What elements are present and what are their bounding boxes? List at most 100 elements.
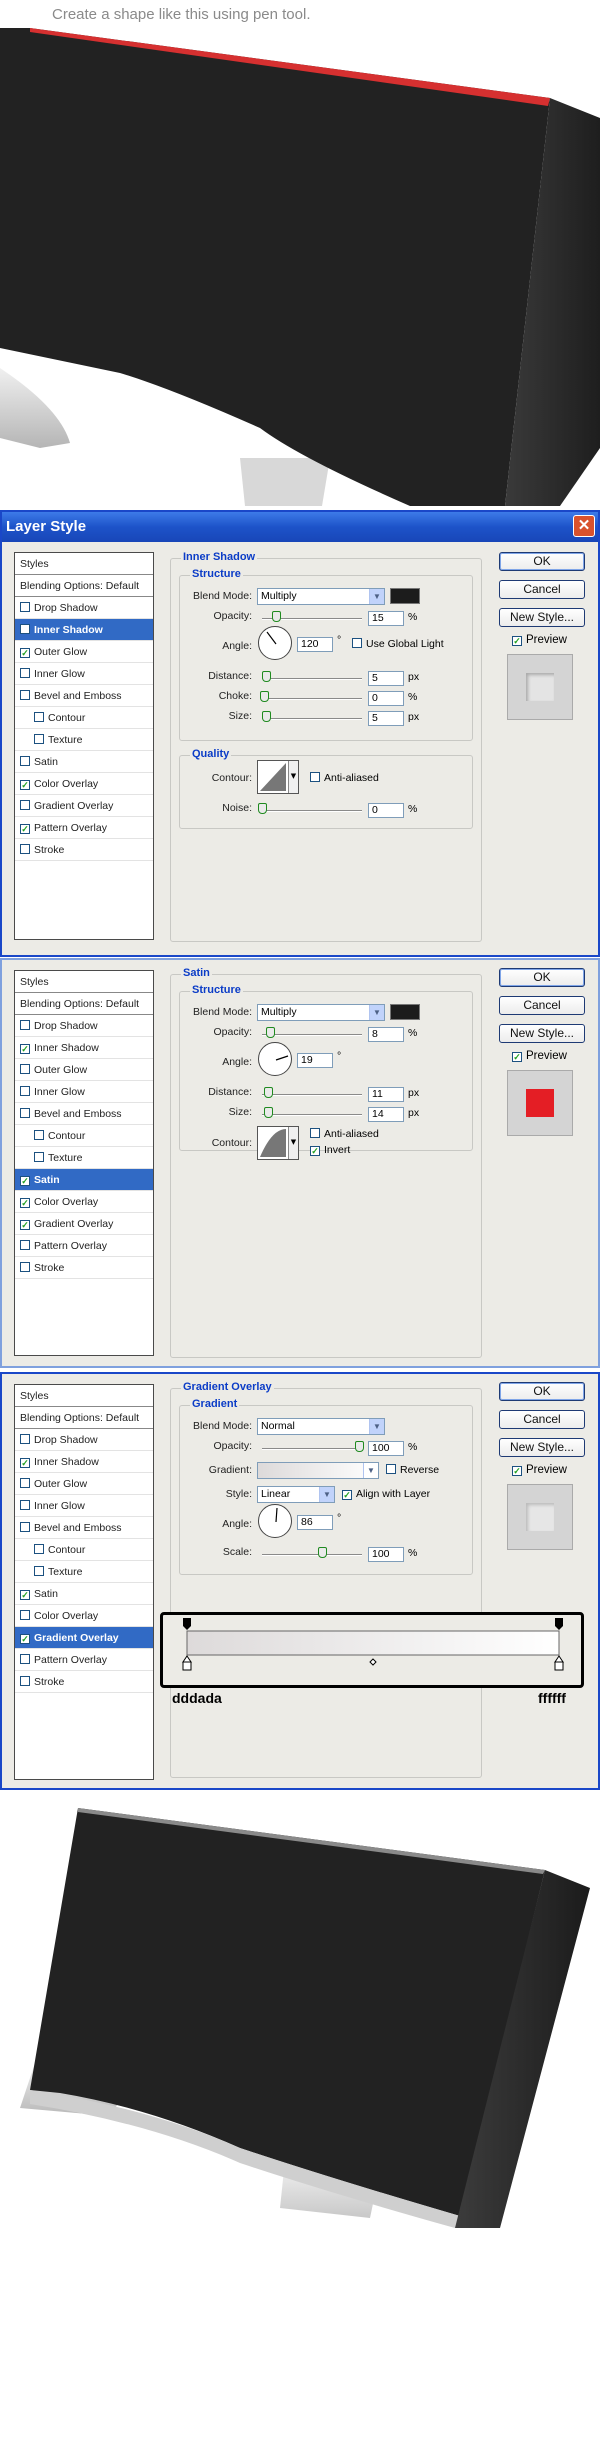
gradient-picker[interactable]: ▼	[257, 1462, 379, 1479]
distance-input[interactable]: 11	[368, 1087, 404, 1102]
distance-input[interactable]: 5	[368, 671, 404, 686]
scale-slider-thumb[interactable]	[318, 1547, 327, 1558]
size-input[interactable]: 5	[368, 711, 404, 726]
style-item-contour[interactable]: Contour	[15, 707, 153, 729]
new-style-button[interactable]: New Style...	[499, 1438, 585, 1457]
reverse-checkbox[interactable]: Reverse	[386, 1464, 439, 1476]
style-item-stroke[interactable]: Stroke	[15, 1257, 153, 1279]
style-item-texture[interactable]: Texture	[15, 729, 153, 751]
contour-picker[interactable]: ▼	[257, 760, 299, 794]
opacity-input[interactable]: 15	[368, 611, 404, 626]
style-item-blending-options-default[interactable]: Blending Options: Default	[15, 1407, 153, 1429]
style-item-blending-options-default[interactable]: Blending Options: Default	[15, 575, 153, 597]
angle-dial[interactable]	[258, 1504, 292, 1538]
style-item-drop-shadow[interactable]: Drop Shadow	[15, 597, 153, 619]
distance-slider[interactable]	[262, 678, 362, 680]
invert-checkbox[interactable]: ✓ Invert	[310, 1144, 350, 1156]
cancel-button[interactable]: Cancel	[499, 996, 585, 1015]
contour-picker[interactable]: ▼	[257, 1126, 299, 1160]
close-icon[interactable]: ✕	[573, 515, 595, 537]
style-item-satin[interactable]: Satin	[15, 751, 153, 773]
style-item-texture[interactable]: Texture	[15, 1561, 153, 1583]
angle-input[interactable]: 120	[297, 637, 333, 652]
style-item-bevel-and-emboss[interactable]: Bevel and Emboss	[15, 1517, 153, 1539]
style-item-stroke[interactable]: Stroke	[15, 839, 153, 861]
blend-color-swatch[interactable]	[390, 1004, 420, 1020]
style-item-inner-glow[interactable]: Inner Glow	[15, 1495, 153, 1517]
style-item-inner-shadow[interactable]: Inner Shadow	[15, 619, 153, 641]
distance-slider-thumb[interactable]	[264, 1087, 273, 1098]
style-item-color-overlay[interactable]: ✓ Color Overlay	[15, 773, 153, 795]
size-slider[interactable]	[262, 718, 362, 720]
anti-aliased-checkbox[interactable]: Anti-aliased	[310, 772, 379, 784]
style-item-satin[interactable]: ✓ Satin	[15, 1169, 153, 1191]
style-select[interactable]: Linear ▼	[257, 1486, 335, 1503]
anti-aliased-checkbox[interactable]: Anti-aliased	[310, 1128, 379, 1140]
style-item-outer-glow[interactable]: ✓ Outer Glow	[15, 641, 153, 663]
style-item-color-overlay[interactable]: ✓ Color Overlay	[15, 1191, 153, 1213]
style-item-styles[interactable]: Styles	[15, 1385, 153, 1407]
size-slider-thumb[interactable]	[262, 711, 271, 722]
size-slider-thumb[interactable]	[264, 1107, 273, 1118]
choke-slider[interactable]	[262, 698, 362, 700]
style-item-outer-glow[interactable]: Outer Glow	[15, 1059, 153, 1081]
style-item-color-overlay[interactable]: Color Overlay	[15, 1605, 153, 1627]
style-item-outer-glow[interactable]: Outer Glow	[15, 1473, 153, 1495]
distance-slider[interactable]	[262, 1094, 362, 1096]
ok-button[interactable]: OK	[499, 968, 585, 987]
style-item-inner-glow[interactable]: Inner Glow	[15, 663, 153, 685]
align-with-layer-checkbox[interactable]: ✓ Align with Layer	[342, 1488, 430, 1500]
angle-input[interactable]: 86	[297, 1515, 333, 1530]
angle-input[interactable]: 19	[297, 1053, 333, 1068]
style-item-styles[interactable]: Styles	[15, 971, 153, 993]
style-item-satin[interactable]: ✓ Satin	[15, 1583, 153, 1605]
cancel-button[interactable]: Cancel	[499, 580, 585, 599]
style-item-contour[interactable]: Contour	[15, 1125, 153, 1147]
style-item-contour[interactable]: Contour	[15, 1539, 153, 1561]
style-item-gradient-overlay[interactable]: ✓ Gradient Overlay	[15, 1627, 153, 1649]
style-item-pattern-overlay[interactable]: ✓ Pattern Overlay	[15, 817, 153, 839]
style-item-inner-glow[interactable]: Inner Glow	[15, 1081, 153, 1103]
style-item-drop-shadow[interactable]: Drop Shadow	[15, 1015, 153, 1037]
choke-slider-thumb[interactable]	[260, 691, 269, 702]
gradient-bar[interactable]	[163, 1615, 581, 1685]
new-style-button[interactable]: New Style...	[499, 608, 585, 627]
distance-slider-thumb[interactable]	[262, 671, 271, 682]
style-item-gradient-overlay[interactable]: Gradient Overlay	[15, 795, 153, 817]
size-slider[interactable]	[262, 1114, 362, 1116]
style-item-blending-options-default[interactable]: Blending Options: Default	[15, 993, 153, 1015]
blend-mode-select[interactable]: Multiply ▼	[257, 588, 385, 605]
style-item-styles[interactable]: Styles	[15, 553, 153, 575]
opacity-slider[interactable]	[262, 1034, 362, 1036]
noise-input[interactable]: 0	[368, 803, 404, 818]
style-item-bevel-and-emboss[interactable]: Bevel and Emboss	[15, 1103, 153, 1125]
style-item-bevel-and-emboss[interactable]: Bevel and Emboss	[15, 685, 153, 707]
blend-mode-select[interactable]: Normal ▼	[257, 1418, 385, 1435]
style-item-pattern-overlay[interactable]: Pattern Overlay	[15, 1235, 153, 1257]
noise-slider[interactable]	[262, 810, 362, 812]
style-item-texture[interactable]: Texture	[15, 1147, 153, 1169]
opacity-slider-thumb[interactable]	[266, 1027, 275, 1038]
opacity-input[interactable]: 100	[368, 1441, 404, 1456]
blend-color-swatch[interactable]	[390, 588, 420, 604]
style-item-drop-shadow[interactable]: Drop Shadow	[15, 1429, 153, 1451]
preview-checkbox[interactable]: ✓ Preview	[512, 634, 567, 646]
cancel-button[interactable]: Cancel	[499, 1410, 585, 1429]
size-input[interactable]: 14	[368, 1107, 404, 1122]
style-item-stroke[interactable]: Stroke	[15, 1671, 153, 1693]
style-item-pattern-overlay[interactable]: Pattern Overlay	[15, 1649, 153, 1671]
noise-slider-thumb[interactable]	[258, 803, 267, 814]
use-global-light-checkbox[interactable]: Use Global Light	[352, 638, 444, 650]
angle-dial[interactable]	[258, 1042, 292, 1076]
opacity-slider[interactable]	[262, 1448, 362, 1450]
new-style-button[interactable]: New Style...	[499, 1024, 585, 1043]
scale-slider[interactable]	[262, 1554, 362, 1556]
preview-checkbox[interactable]: ✓ Preview	[512, 1464, 567, 1476]
opacity-slider-thumb[interactable]	[355, 1441, 364, 1452]
style-item-gradient-overlay[interactable]: ✓ Gradient Overlay	[15, 1213, 153, 1235]
opacity-input[interactable]: 8	[368, 1027, 404, 1042]
ok-button[interactable]: OK	[499, 552, 585, 571]
preview-checkbox[interactable]: ✓ Preview	[512, 1050, 567, 1062]
style-item-inner-shadow[interactable]: ✓ Inner Shadow	[15, 1037, 153, 1059]
angle-dial[interactable]	[258, 626, 292, 660]
